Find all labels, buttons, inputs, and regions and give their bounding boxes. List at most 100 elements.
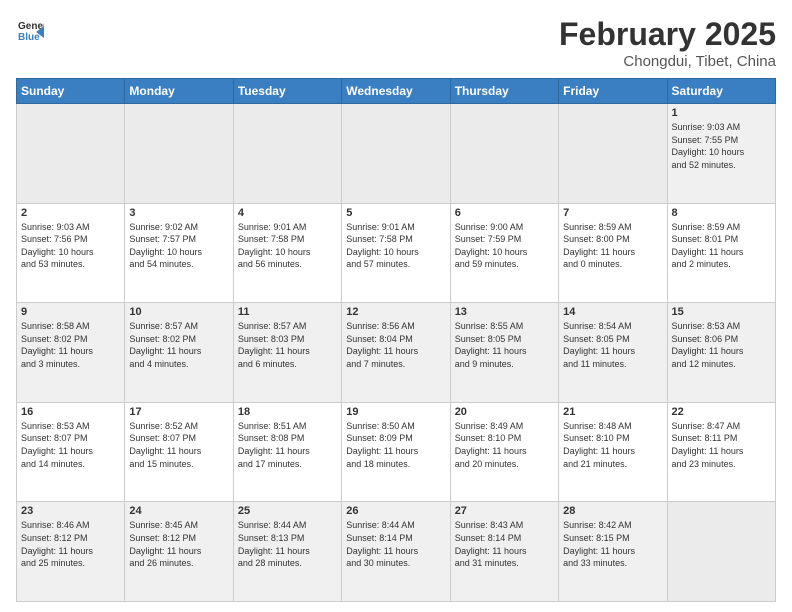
table-row [342,104,450,204]
table-row: 11 Sunrise: 8:57 AM Sunset: 8:03 PM Dayli… [233,303,341,403]
table-row [559,104,667,204]
day-info: Sunrise: 8:57 AM Sunset: 8:02 PM Dayligh… [129,320,228,370]
header: General Blue February 2025 Chongdui, Tib… [16,16,776,70]
day-number: 3 [129,207,228,219]
table-row: 17 Sunrise: 8:52 AM Sunset: 8:07 PM Dayli… [125,402,233,502]
table-row: 24 Sunrise: 8:45 AM Sunset: 8:12 PM Dayli… [125,502,233,602]
table-row: 8Sunrise: 8:59 AM Sunset: 8:01 PM Daylig… [667,203,775,303]
table-row [667,502,775,602]
table-row: 2 Sunrise: 9:03 AM Sunset: 7:56 PM Daylig… [17,203,125,303]
day-number: 9 [21,306,120,318]
day-number: 25 [238,505,337,517]
day-number: 5 [346,207,445,219]
logo-icon: General Blue [16,16,44,44]
calendar-header-row: Sunday Monday Tuesday Wednesday Thursday… [17,79,776,104]
day-number: 22 [672,406,771,418]
table-row [450,104,558,204]
calendar-week-row: 9Sunrise: 8:58 AM Sunset: 8:02 PM Daylig… [17,303,776,403]
day-info: Sunrise: 8:47 AM Sunset: 8:11 PM Dayligh… [672,420,771,470]
calendar-week-row: 1 Sunrise: 9:03 AM Sunset: 7:55 PM Daylig… [17,104,776,204]
day-info: Sunrise: 8:59 AM Sunset: 8:01 PM Dayligh… [672,221,771,271]
day-number: 14 [563,306,662,318]
day-number: 18 [238,406,337,418]
day-number: 15 [672,306,771,318]
col-wednesday: Wednesday [342,79,450,104]
day-number: 28 [563,505,662,517]
table-row: 7 Sunrise: 8:59 AM Sunset: 8:00 PM Daylig… [559,203,667,303]
table-row: 6Sunrise: 9:00 AM Sunset: 7:59 PM Daylig… [450,203,558,303]
day-info: Sunrise: 8:44 AM Sunset: 8:14 PM Dayligh… [346,519,445,569]
table-row: 20Sunrise: 8:49 AM Sunset: 8:10 PM Dayli… [450,402,558,502]
table-row: 3Sunrise: 9:02 AM Sunset: 7:57 PM Daylig… [125,203,233,303]
svg-text:Blue: Blue [18,32,40,43]
day-info: Sunrise: 8:42 AM Sunset: 8:15 PM Dayligh… [563,519,662,569]
day-number: 17 [129,406,228,418]
day-info: Sunrise: 8:52 AM Sunset: 8:07 PM Dayligh… [129,420,228,470]
day-number: 7 [563,207,662,219]
table-row: 12 Sunrise: 8:56 AM Sunset: 8:04 PM Dayli… [342,303,450,403]
col-thursday: Thursday [450,79,558,104]
table-row: 15 Sunrise: 8:53 AM Sunset: 8:06 PM Dayli… [667,303,775,403]
calendar-week-row: 16 Sunrise: 8:53 AM Sunset: 8:07 PM Dayli… [17,402,776,502]
day-info: Sunrise: 8:53 AM Sunset: 8:06 PM Dayligh… [672,320,771,370]
day-info: Sunrise: 8:56 AM Sunset: 8:04 PM Dayligh… [346,320,445,370]
table-row: 13 Sunrise: 8:55 AM Sunset: 8:05 PM Dayli… [450,303,558,403]
day-number: 26 [346,505,445,517]
day-number: 21 [563,406,662,418]
day-info: Sunrise: 9:03 AM Sunset: 7:55 PM Dayligh… [672,121,771,171]
day-info: Sunrise: 8:53 AM Sunset: 8:07 PM Dayligh… [21,420,120,470]
title-block: February 2025 Chongdui, Tibet, China [559,16,776,70]
col-friday: Friday [559,79,667,104]
day-info: Sunrise: 9:03 AM Sunset: 7:56 PM Dayligh… [21,221,120,271]
table-row: 28 Sunrise: 8:42 AM Sunset: 8:15 PM Dayli… [559,502,667,602]
table-row: 26 Sunrise: 8:44 AM Sunset: 8:14 PM Dayli… [342,502,450,602]
day-info: Sunrise: 8:57 AM Sunset: 8:03 PM Dayligh… [238,320,337,370]
day-info: Sunrise: 9:01 AM Sunset: 7:58 PM Dayligh… [346,221,445,271]
col-saturday: Saturday [667,79,775,104]
table-row: 21 Sunrise: 8:48 AM Sunset: 8:10 PM Dayli… [559,402,667,502]
day-info: Sunrise: 9:01 AM Sunset: 7:58 PM Dayligh… [238,221,337,271]
col-sunday: Sunday [17,79,125,104]
table-row: 23 Sunrise: 8:46 AM Sunset: 8:12 PM Dayli… [17,502,125,602]
calendar-table: Sunday Monday Tuesday Wednesday Thursday… [16,78,776,602]
day-number: 2 [21,207,120,219]
table-row: 9Sunrise: 8:58 AM Sunset: 8:02 PM Daylig… [17,303,125,403]
day-number: 11 [238,306,337,318]
page: General Blue February 2025 Chongdui, Tib… [0,0,792,612]
day-number: 1 [672,107,771,119]
table-row [17,104,125,204]
table-row: 18 Sunrise: 8:51 AM Sunset: 8:08 PM Dayli… [233,402,341,502]
day-info: Sunrise: 8:45 AM Sunset: 8:12 PM Dayligh… [129,519,228,569]
day-info: Sunrise: 8:51 AM Sunset: 8:08 PM Dayligh… [238,420,337,470]
day-number: 27 [455,505,554,517]
table-row: 1 Sunrise: 9:03 AM Sunset: 7:55 PM Daylig… [667,104,775,204]
day-number: 24 [129,505,228,517]
day-number: 19 [346,406,445,418]
day-number: 20 [455,406,554,418]
table-row: 22 Sunrise: 8:47 AM Sunset: 8:11 PM Dayli… [667,402,775,502]
day-info: Sunrise: 8:59 AM Sunset: 8:00 PM Dayligh… [563,221,662,271]
table-row: 27 Sunrise: 8:43 AM Sunset: 8:14 PM Dayli… [450,502,558,602]
table-row: 4 Sunrise: 9:01 AM Sunset: 7:58 PM Daylig… [233,203,341,303]
day-number: 4 [238,207,337,219]
location: Chongdui, Tibet, China [559,53,776,70]
day-info: Sunrise: 8:55 AM Sunset: 8:05 PM Dayligh… [455,320,554,370]
day-number: 10 [129,306,228,318]
day-number: 13 [455,306,554,318]
table-row: 16 Sunrise: 8:53 AM Sunset: 8:07 PM Dayli… [17,402,125,502]
table-row [125,104,233,204]
calendar-week-row: 2 Sunrise: 9:03 AM Sunset: 7:56 PM Daylig… [17,203,776,303]
table-row: 10 Sunrise: 8:57 AM Sunset: 8:02 PM Dayli… [125,303,233,403]
day-number: 23 [21,505,120,517]
day-number: 6 [455,207,554,219]
day-number: 12 [346,306,445,318]
table-row [233,104,341,204]
day-info: Sunrise: 8:48 AM Sunset: 8:10 PM Dayligh… [563,420,662,470]
day-number: 16 [21,406,120,418]
day-info: Sunrise: 8:46 AM Sunset: 8:12 PM Dayligh… [21,519,120,569]
table-row: 14Sunrise: 8:54 AM Sunset: 8:05 PM Dayli… [559,303,667,403]
day-info: Sunrise: 8:43 AM Sunset: 8:14 PM Dayligh… [455,519,554,569]
calendar-week-row: 23 Sunrise: 8:46 AM Sunset: 8:12 PM Dayli… [17,502,776,602]
day-info: Sunrise: 8:44 AM Sunset: 8:13 PM Dayligh… [238,519,337,569]
day-info: Sunrise: 8:50 AM Sunset: 8:09 PM Dayligh… [346,420,445,470]
